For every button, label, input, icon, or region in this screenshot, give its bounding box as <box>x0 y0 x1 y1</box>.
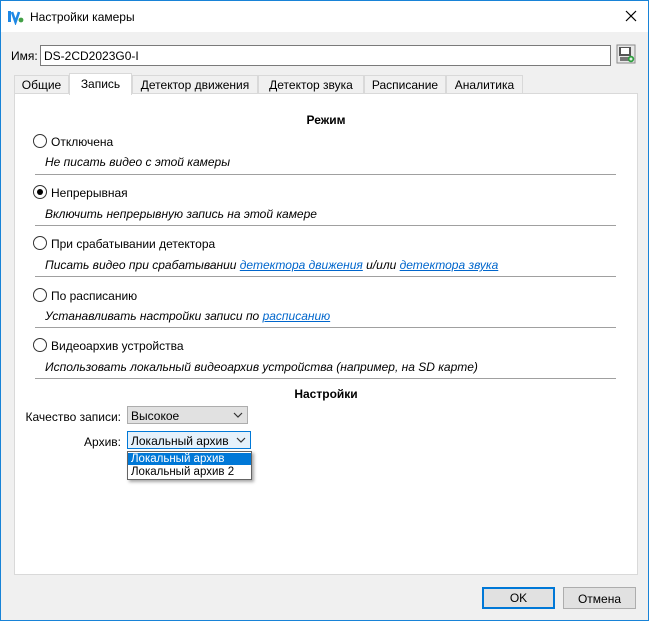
close-icon[interactable] <box>622 7 640 25</box>
option-by-schedule-label[interactable]: По расписанию <box>51 289 137 303</box>
tab-general[interactable]: Общие <box>14 75 69 94</box>
option-disabled-desc: Не писать видео с этой камеры <box>45 155 231 169</box>
sound-detector-link[interactable]: детектора звука <box>400 258 499 272</box>
ok-button[interactable]: OK <box>482 587 555 609</box>
mode-section-title: Режим <box>306 113 346 127</box>
save-icon[interactable] <box>616 44 636 64</box>
option-by-schedule-desc: Устанавливать настройки записи по распис… <box>45 309 330 323</box>
recording-panel: Режим Отключена Не писать видео с этой к… <box>14 93 638 575</box>
tab-schedule[interactable]: Расписание <box>364 75 446 94</box>
separator <box>35 378 616 379</box>
desc-text: Устанавливать настройки записи по <box>45 309 263 323</box>
option-continuous-label[interactable]: Непрерывная <box>51 186 128 200</box>
option-continuous-desc: Включить непрерывную запись на этой каме… <box>45 207 317 221</box>
tab-motion-detector[interactable]: Детектор движения <box>132 75 258 94</box>
option-on-detector-label[interactable]: При срабатывании детектора <box>51 237 215 251</box>
archive-value: Локальный архив <box>131 434 229 448</box>
name-label: Имя: <box>11 49 38 63</box>
cancel-button[interactable]: Отмена <box>563 587 636 609</box>
radio-continuous[interactable] <box>33 185 47 199</box>
quality-select[interactable]: Высокое <box>127 406 248 424</box>
schedule-link[interactable]: расписанию <box>263 309 331 323</box>
radio-on-detector[interactable] <box>33 236 47 250</box>
tab-sound-detector[interactable]: Детектор звука <box>258 75 364 94</box>
archive-dropdown-list: Локальный архив Локальный архив 2 <box>127 451 252 480</box>
quality-value: Высокое <box>131 409 180 423</box>
separator <box>35 276 616 277</box>
archive-option[interactable]: Локальный архив <box>128 453 251 465</box>
archive-label: Архив: <box>84 435 121 449</box>
desc-text: Писать видео при срабатывании <box>45 258 240 272</box>
motion-detector-link[interactable]: детектора движения <box>240 258 363 272</box>
desc-text: и/или <box>362 258 400 272</box>
separator <box>35 327 616 328</box>
separator <box>35 225 616 226</box>
settings-section-title: Настройки <box>294 387 358 401</box>
app-logo-icon <box>8 11 24 25</box>
archive-select[interactable]: Локальный архив <box>127 431 251 449</box>
separator <box>35 174 616 175</box>
radio-by-schedule[interactable] <box>33 288 47 302</box>
tab-analytics[interactable]: Аналитика <box>446 75 523 94</box>
name-input[interactable] <box>40 45 611 66</box>
radio-device-archive[interactable] <box>33 338 47 352</box>
quality-label: Качество записи: <box>25 410 121 424</box>
chevron-down-icon <box>233 412 243 418</box>
option-on-detector-desc: Писать видео при срабатывании детектора … <box>45 258 498 272</box>
archive-option[interactable]: Локальный архив 2 <box>128 466 251 478</box>
option-disabled-label[interactable]: Отключена <box>51 135 113 149</box>
title-bar: Настройки камеры <box>1 1 648 32</box>
option-device-archive-label[interactable]: Видеоархив устройства <box>51 339 184 353</box>
camera-settings-window: Настройки камеры Имя: Общие Запись Детек… <box>0 0 649 621</box>
window-title: Настройки камеры <box>30 10 135 24</box>
chevron-down-icon <box>236 437 246 443</box>
option-device-archive-desc: Использовать локальный видеоархив устрой… <box>45 360 478 374</box>
radio-disabled[interactable] <box>33 134 47 148</box>
tab-recording[interactable]: Запись <box>69 73 132 95</box>
